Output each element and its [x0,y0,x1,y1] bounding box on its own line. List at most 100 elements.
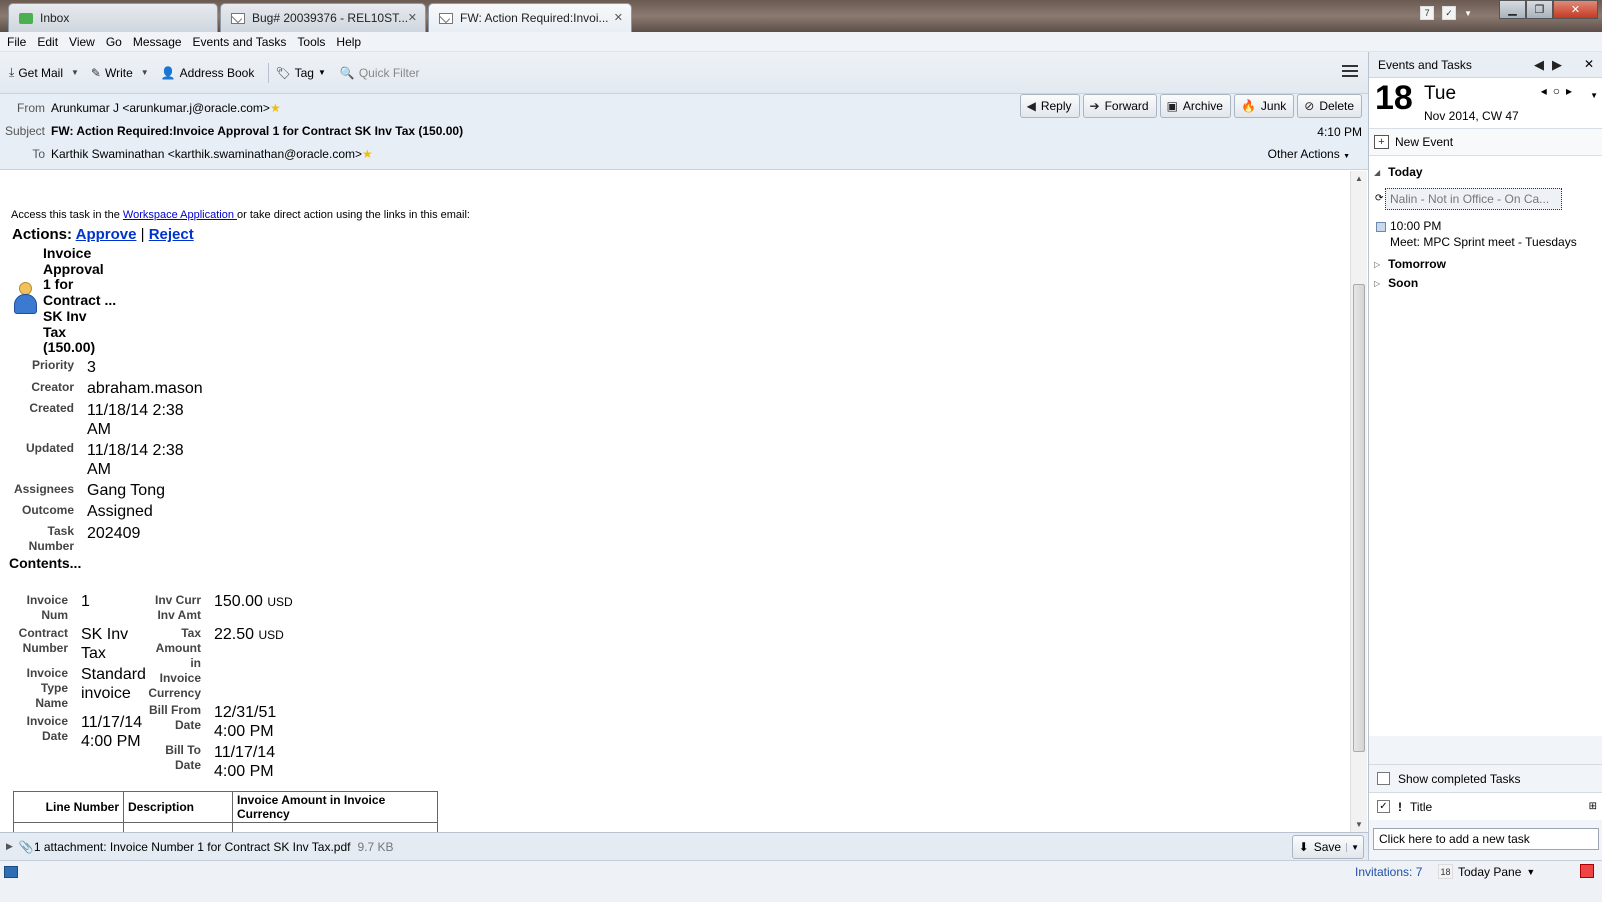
archive-label: Archive [1182,99,1223,113]
close-window-button[interactable]: ✕ [1553,0,1598,19]
quick-filter-button[interactable]: 🔍 Quick Filter [340,66,420,80]
get-mail-dropdown-icon[interactable]: ▼ [71,68,79,77]
reject-link[interactable]: Reject [149,226,194,243]
menu-events-tasks[interactable]: Events and Tasks [193,35,287,49]
content-value-invoice-type-name: Standard invoice [81,666,146,702]
new-event-icon: + [1374,135,1389,149]
previous-icon[interactable]: ◀ [1534,57,1552,72]
content-value-bill-from-date: 12/31/51 4:00 PM [214,704,277,740]
write-dropdown-icon[interactable]: ▼ [141,68,149,77]
scroll-up-icon[interactable]: ▲ [1355,174,1363,183]
pencil-icon: ✎ [90,65,101,80]
approve-link[interactable]: Approve [76,226,137,243]
table-cell [232,822,438,832]
scrollbar-thumb[interactable] [1353,284,1365,752]
tab-inbox[interactable]: Inbox [8,3,218,32]
app-menu-icon[interactable] [1342,65,1358,77]
priority-column-icon[interactable]: ! [1398,800,1402,814]
star-icon[interactable]: ★ [270,101,281,115]
content-label-inv-curr-amt: Inv Curr Inv Amt [154,593,201,622]
new-task-input[interactable]: Click here to add a new task [1373,828,1599,850]
subject-value: FW: Action Required:Invoice Approval 1 f… [51,124,464,138]
message-header: From Arunkumar J <arunkumar.j@oracle.com… [0,94,1368,170]
forward-label: Forward [1104,99,1149,113]
content-value-invoice-date: 11/17/14 4:00 PM [81,714,143,750]
delete-button[interactable]: ⊘ Delete [1297,94,1362,118]
get-mail-button[interactable]: ⤓ Get Mail [9,65,63,80]
to-value[interactable]: Karthik Swaminathan <karthik.swaminathan… [51,147,362,161]
menu-tools[interactable]: Tools [297,35,325,49]
to-row: To Karthik Swaminathan <karthik.swaminat… [0,147,373,161]
agenda-item-title[interactable]: Meet: MPC Sprint meet - Tuesdays [1390,235,1577,249]
calendar-tab-icon[interactable]: 7 [1420,6,1435,20]
next-day-icon[interactable]: ▸ [1566,84,1578,98]
close-icon[interactable]: ✕ [614,11,623,24]
menu-help[interactable]: Help [336,35,361,49]
tag-dropdown-icon: ▼ [317,68,326,77]
today-circle-icon[interactable]: ○ [1553,84,1566,98]
tabs-dropdown-icon[interactable]: ▼ [1464,9,1472,20]
column-picker-icon[interactable]: ⊞ [1589,801,1597,812]
online-status-icon[interactable] [4,866,18,878]
agenda-tomorrow-header[interactable]: ▷ Tomorrow [1374,257,1446,271]
message-scrollbar[interactable]: ▲ ▼ [1350,171,1367,832]
agenda-item-selected[interactable]: Nalin - Not in Office - On Ca... [1385,188,1562,210]
from-value[interactable]: Arunkumar J <arunkumar.j@oracle.com> [51,101,270,115]
toolbar-separator [268,62,270,83]
currency-code: USD [258,628,284,642]
tag-label: Tag [294,65,314,80]
menu-go[interactable]: Go [106,35,122,49]
amount-value: 150.00 [214,593,263,610]
workspace-application-link[interactable]: Workspace Application [123,209,237,221]
attachment-text[interactable]: 1 attachment: Invoice Number 1 for Contr… [34,840,351,854]
minimize-button[interactable]: ▁ [1499,0,1526,19]
address-book-button[interactable]: 👤 Address Book [161,66,255,80]
reply-button[interactable]: ◀ Reply [1019,94,1080,118]
content-label-invoice-type-name: Invoice Type Name [26,666,68,710]
completed-column-icon[interactable]: ✓ [1377,800,1390,813]
menu-file[interactable]: File [7,35,26,49]
save-dropdown-icon[interactable]: ▼ [1346,842,1359,852]
other-actions-button[interactable]: Other Actions ▼ [1268,147,1350,161]
title-column-header[interactable]: Title [1410,800,1432,814]
expand-attachments-icon[interactable]: ▶ [6,841,13,852]
menu-edit[interactable]: Edit [37,35,58,49]
archive-button[interactable]: ▣ Archive [1159,94,1231,118]
menu-view[interactable]: View [69,35,95,49]
star-icon[interactable]: ★ [362,147,373,161]
close-pane-icon[interactable]: ✕ [1584,57,1594,71]
scroll-down-icon[interactable]: ▼ [1355,820,1363,829]
agenda-today-header[interactable]: ◢ Today [1374,165,1423,179]
next-icon[interactable]: ▶ [1552,57,1570,72]
agenda-item-time[interactable]: 10:00 PM [1390,219,1441,233]
tab-label: Inbox [40,11,70,25]
today-pane-calendar-icon: 18 [1438,864,1453,879]
menu-message[interactable]: Message [133,35,182,49]
write-button[interactable]: ✎ Write [91,66,133,80]
task-title-line: Contract ... [43,292,117,309]
alarm-icon[interactable] [1580,864,1594,878]
date-menu-icon[interactable]: ▼ [1590,91,1598,100]
save-label: Save [1313,840,1342,854]
forward-button[interactable]: ➔ Forward [1082,94,1157,118]
tab-bug[interactable]: Bug# 20039376 - REL10ST... ✕ [220,3,426,32]
show-completed-checkbox[interactable] [1377,772,1390,785]
today-pane-toggle[interactable]: 18 Today Pane ▼ [1438,864,1535,879]
save-attachment-button[interactable]: ⬇ Save ▼ [1291,835,1364,859]
maximize-button[interactable]: ❐ [1526,0,1553,19]
tasks-tab-icon[interactable]: ✓ [1442,6,1457,20]
show-completed-row[interactable]: Show completed Tasks [1369,764,1602,792]
tag-button[interactable]: 🏷 Tag ▼ [275,66,326,80]
from-row: From Arunkumar J <arunkumar.j@oracle.com… [0,101,281,115]
message-body: Access this task in the Workspace Applic… [0,171,1350,832]
download-icon: ⬇ [1298,840,1309,854]
invitations-link[interactable]: Invitations: 7 [1355,865,1422,879]
amount-value: 22.50 [214,626,255,643]
new-event-button[interactable]: + New Event [1369,128,1602,156]
attr-label-assignees: Assignees [13,482,74,496]
junk-button[interactable]: 🔥 Junk [1233,94,1295,118]
close-icon[interactable]: ✕ [408,11,417,24]
previous-day-icon[interactable]: ◂ [1541,84,1553,98]
agenda-soon-header[interactable]: ▷ Soon [1374,276,1418,290]
tab-current-message[interactable]: FW: Action Required:Invoi... ✕ [428,3,632,32]
